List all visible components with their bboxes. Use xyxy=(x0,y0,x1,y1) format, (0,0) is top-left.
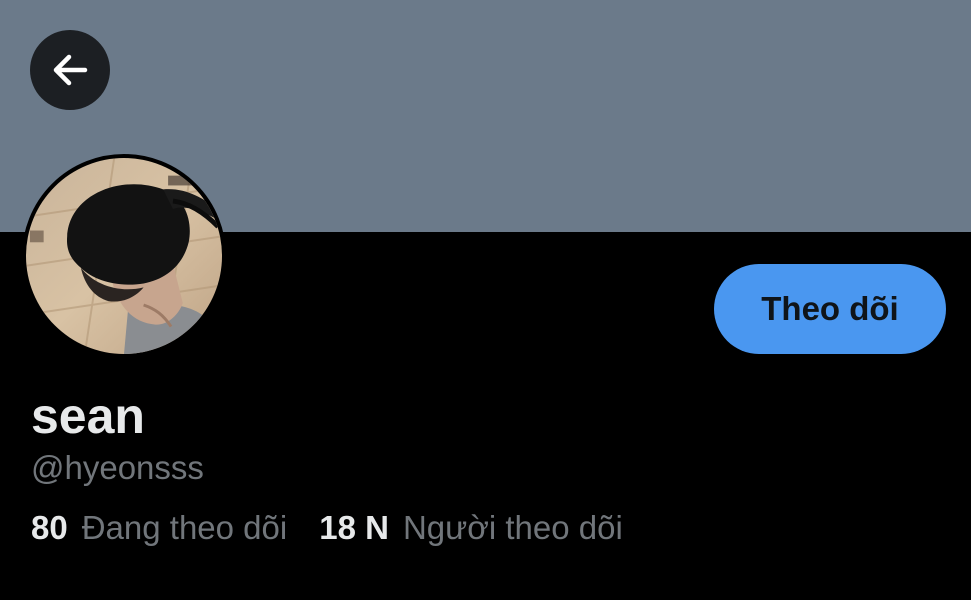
display-name: sean xyxy=(31,388,145,444)
follow-button[interactable]: Theo dõi xyxy=(714,264,946,354)
avatar[interactable] xyxy=(22,154,226,358)
following-count: 80 xyxy=(31,509,68,546)
username-handle: @hyeonsss xyxy=(31,449,204,486)
followers-label: Người theo dõi xyxy=(402,509,623,546)
following-stat[interactable]: 80 Đang theo dõi xyxy=(31,506,287,550)
avatar-photo xyxy=(26,158,222,354)
followers-stat[interactable]: 18 N Người theo dõi xyxy=(319,506,623,550)
followers-count: 18 N xyxy=(319,509,389,546)
follow-stats: 80 Đang theo dõi 18 N Người theo dõi xyxy=(31,506,623,550)
arrow-left-icon xyxy=(53,54,88,86)
back-button[interactable] xyxy=(30,30,110,110)
following-label: Đang theo dõi xyxy=(81,509,288,546)
profile-page: Theo dõi sean @hyeonsss 80 Đang theo dõi… xyxy=(0,0,971,600)
